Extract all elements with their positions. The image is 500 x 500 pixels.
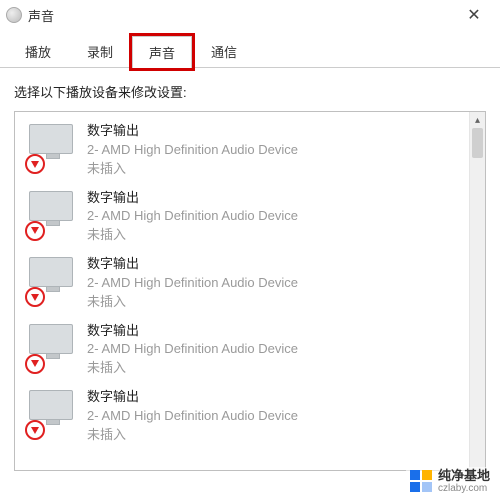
unplugged-badge-icon [25, 221, 45, 241]
monitor-icon [27, 191, 77, 237]
scroll-up-icon[interactable]: ▴ [470, 112, 485, 128]
device-list[interactable]: 数字输出2- AMD High Definition Audio Device未… [15, 112, 469, 470]
device-name: 数字输出 [87, 388, 298, 407]
watermark-logo-icon [410, 470, 432, 492]
device-name: 数字输出 [87, 322, 298, 341]
watermark: 纯净基地 czlaby.com [406, 467, 494, 496]
tab-strip: 播放录制声音通信 [0, 30, 500, 68]
device-status: 未插入 [87, 293, 298, 312]
device-desc: 2- AMD High Definition Audio Device [87, 141, 298, 160]
monitor-icon [27, 257, 77, 303]
tab-1[interactable]: 录制 [70, 35, 130, 67]
device-status: 未插入 [87, 359, 298, 378]
monitor-icon [27, 390, 77, 436]
titlebar: 声音 ✕ [0, 0, 500, 30]
device-item[interactable]: 数字输出2- AMD High Definition Audio Device未… [15, 382, 469, 449]
device-status: 未插入 [87, 226, 298, 245]
window-title: 声音 [28, 6, 454, 25]
unplugged-badge-icon [25, 420, 45, 440]
scrollbar[interactable]: ▴ [469, 112, 485, 470]
device-item[interactable]: 数字输出2- AMD High Definition Audio Device未… [15, 183, 469, 250]
sound-app-icon [6, 7, 22, 23]
instruction-text: 选择以下播放设备来修改设置: [0, 68, 500, 111]
monitor-icon [27, 324, 77, 370]
device-desc: 2- AMD High Definition Audio Device [87, 340, 298, 359]
unplugged-badge-icon [25, 154, 45, 174]
device-list-container: 数字输出2- AMD High Definition Audio Device未… [14, 111, 486, 471]
close-button[interactable]: ✕ [454, 1, 494, 29]
device-item[interactable]: 数字输出2- AMD High Definition Audio Device未… [15, 316, 469, 383]
device-desc: 2- AMD High Definition Audio Device [87, 274, 298, 293]
device-item[interactable]: 数字输出2- AMD High Definition Audio Device未… [15, 249, 469, 316]
device-status: 未插入 [87, 426, 298, 445]
device-name: 数字输出 [87, 189, 298, 208]
close-icon: ✕ [467, 5, 480, 25]
device-item[interactable]: 数字输出2- AMD High Definition Audio Device未… [15, 116, 469, 183]
scrollbar-thumb[interactable] [472, 128, 483, 158]
device-name: 数字输出 [87, 122, 298, 141]
tab-3[interactable]: 通信 [194, 35, 254, 67]
tab-2[interactable]: 声音 [132, 36, 192, 68]
device-desc: 2- AMD High Definition Audio Device [87, 407, 298, 426]
device-desc: 2- AMD High Definition Audio Device [87, 207, 298, 226]
unplugged-badge-icon [25, 354, 45, 374]
watermark-name: 纯净基地 [438, 469, 490, 483]
device-name: 数字输出 [87, 255, 298, 274]
watermark-url: czlaby.com [438, 483, 490, 494]
unplugged-badge-icon [25, 287, 45, 307]
monitor-icon [27, 124, 77, 170]
device-status: 未插入 [87, 160, 298, 179]
tab-0[interactable]: 播放 [8, 35, 68, 67]
